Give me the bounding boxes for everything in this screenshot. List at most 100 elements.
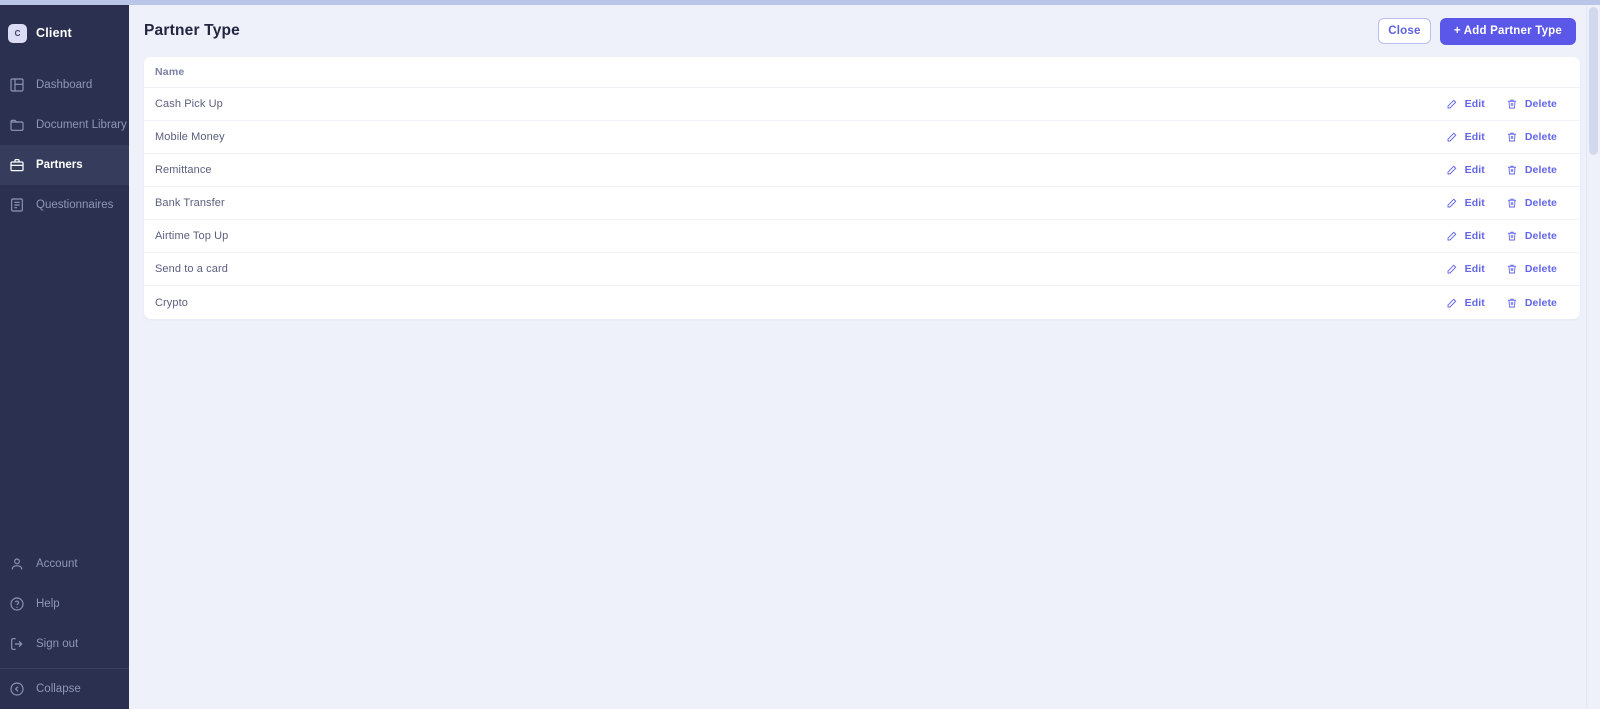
table-row[interactable]: Mobile Money Edit Delete — [144, 121, 1580, 154]
edit-button[interactable]: Edit — [1446, 230, 1485, 242]
row-actions: Edit Delete — [1446, 131, 1557, 143]
table-row[interactable]: Bank Transfer Edit Delete — [144, 187, 1580, 220]
delete-label: Delete — [1524, 296, 1557, 309]
sidebar-item-label: Partners — [36, 159, 83, 171]
edit-label: Edit — [1464, 131, 1485, 143]
main-content: Partner Type Close + Add Partner Type Na… — [129, 5, 1600, 709]
trash-icon — [1507, 298, 1516, 307]
pencil-icon — [1447, 132, 1457, 142]
pencil-icon — [1447, 298, 1457, 307]
partner-type-name: Airtime Top Up — [155, 230, 229, 242]
edit-button[interactable]: Edit — [1446, 263, 1485, 275]
table-row[interactable]: Cash Pick Up Edit Delete — [144, 88, 1580, 121]
delete-label: Delete — [1524, 98, 1557, 110]
pencil-icon — [1447, 198, 1457, 208]
trash-icon — [1507, 165, 1516, 175]
row-actions: Edit Delete — [1446, 197, 1557, 209]
trash-icon — [1507, 132, 1516, 142]
edit-label: Edit — [1464, 197, 1485, 209]
trash-icon — [1507, 231, 1516, 241]
delete-label: Delete — [1524, 263, 1557, 275]
table-row[interactable]: Airtime Top Up Edit Delete — [144, 220, 1580, 253]
partner-type-name: Remittance — [155, 164, 212, 176]
row-actions: Edit Delete — [1446, 230, 1557, 242]
trash-icon — [1507, 198, 1516, 208]
sidebar-item-sign-out[interactable]: Sign out — [0, 624, 129, 664]
sidebar-item-label: Collapse — [36, 683, 81, 695]
row-actions: Edit Delete — [1446, 164, 1557, 176]
partner-type-name: Send to a card — [155, 263, 228, 275]
edit-label: Edit — [1464, 98, 1485, 110]
delete-label: Delete — [1524, 197, 1557, 209]
edit-label: Edit — [1464, 296, 1485, 309]
folder-icon — [9, 117, 25, 133]
question-circle-icon — [9, 596, 25, 612]
row-actions: Edit Delete — [1446, 98, 1557, 110]
pencil-icon — [1447, 99, 1457, 109]
table-body: Cash Pick Up Edit Delete Mobile Money Ed… — [144, 88, 1580, 319]
edit-label: Edit — [1464, 263, 1485, 275]
sidebar-item-label: Account — [36, 558, 78, 570]
row-actions: Edit Delete — [1446, 263, 1557, 275]
sidebar-item-label: Questionnaires — [36, 199, 114, 211]
edit-label: Edit — [1464, 230, 1485, 242]
delete-button[interactable]: Delete — [1506, 98, 1557, 110]
layout-dashboard-icon — [9, 77, 25, 93]
edit-label: Edit — [1464, 164, 1485, 176]
page-scrollbar-thumb[interactable] — [1589, 7, 1598, 155]
page-header: Partner Type Close + Add Partner Type — [129, 5, 1600, 57]
delete-button[interactable]: Delete — [1506, 297, 1557, 309]
chevron-left-circle-icon — [9, 681, 25, 697]
pencil-icon — [1447, 231, 1457, 241]
clipboard-list-icon — [9, 197, 25, 213]
pencil-icon — [1447, 165, 1457, 175]
edit-button[interactable]: Edit — [1446, 131, 1485, 143]
edit-button[interactable]: Edit — [1446, 98, 1485, 110]
edit-button[interactable]: Edit — [1446, 297, 1485, 309]
sidebar-item-label: Document Library — [36, 119, 127, 131]
sidebar-item-label: Help — [36, 598, 60, 610]
table-row[interactable]: Remittance Edit Delete — [144, 154, 1580, 187]
sidebar-item-dashboard[interactable]: Dashboard — [0, 65, 129, 105]
partner-type-name: Bank Transfer — [155, 197, 225, 209]
trash-icon — [1507, 99, 1516, 109]
app-root: C Client Dashboard Document Library Part… — [0, 0, 1600, 709]
sidebar-item-label: Dashboard — [36, 79, 93, 91]
briefcase-icon — [9, 157, 25, 173]
delete-label: Delete — [1524, 131, 1557, 143]
row-actions: Edit Delete — [1446, 297, 1557, 309]
delete-button[interactable]: Delete — [1506, 263, 1557, 275]
sidebar-item-collapse[interactable]: Collapse — [0, 669, 129, 709]
delete-button[interactable]: Delete — [1506, 131, 1557, 143]
close-button[interactable]: Close — [1377, 18, 1431, 44]
column-header-name: Name — [155, 66, 185, 78]
pencil-icon — [1447, 264, 1457, 274]
sidebar-bottom-nav: Account Help Sign out Collapse — [0, 544, 129, 709]
brand: C Client — [0, 5, 129, 49]
partner-type-name: Crypto — [155, 296, 188, 309]
delete-button[interactable]: Delete — [1506, 230, 1557, 242]
edit-button[interactable]: Edit — [1446, 164, 1485, 176]
delete-button[interactable]: Delete — [1506, 164, 1557, 176]
partner-type-name: Cash Pick Up — [155, 98, 223, 110]
sidebar-item-account[interactable]: Account — [0, 544, 129, 584]
table-header-row: Name — [144, 57, 1580, 88]
sidebar-nav: Dashboard Document Library Partners Ques… — [0, 65, 129, 225]
sidebar-item-questionnaires[interactable]: Questionnaires — [0, 185, 129, 225]
partner-type-table-card: Name Cash Pick Up Edit Delete Mobile Mon… — [144, 57, 1580, 319]
sign-out-icon — [9, 636, 25, 652]
sidebar-item-partners[interactable]: Partners — [0, 145, 129, 185]
delete-label: Delete — [1524, 164, 1557, 176]
page-scrollbar[interactable] — [1586, 5, 1600, 709]
brand-name: Client — [36, 26, 72, 40]
sidebar-item-label: Sign out — [36, 638, 79, 650]
sidebar: C Client Dashboard Document Library Part… — [0, 5, 129, 709]
add-partner-type-button[interactable]: + Add Partner Type — [1439, 17, 1576, 45]
delete-label: Delete — [1524, 230, 1557, 242]
sidebar-item-help[interactable]: Help — [0, 584, 129, 624]
edit-button[interactable]: Edit — [1446, 197, 1485, 209]
table-row[interactable]: Send to a card Edit Delete — [144, 253, 1580, 286]
delete-button[interactable]: Delete — [1506, 197, 1557, 209]
table-row[interactable]: Crypto Edit Delete — [144, 286, 1580, 319]
sidebar-item-document-library[interactable]: Document Library — [0, 105, 129, 145]
